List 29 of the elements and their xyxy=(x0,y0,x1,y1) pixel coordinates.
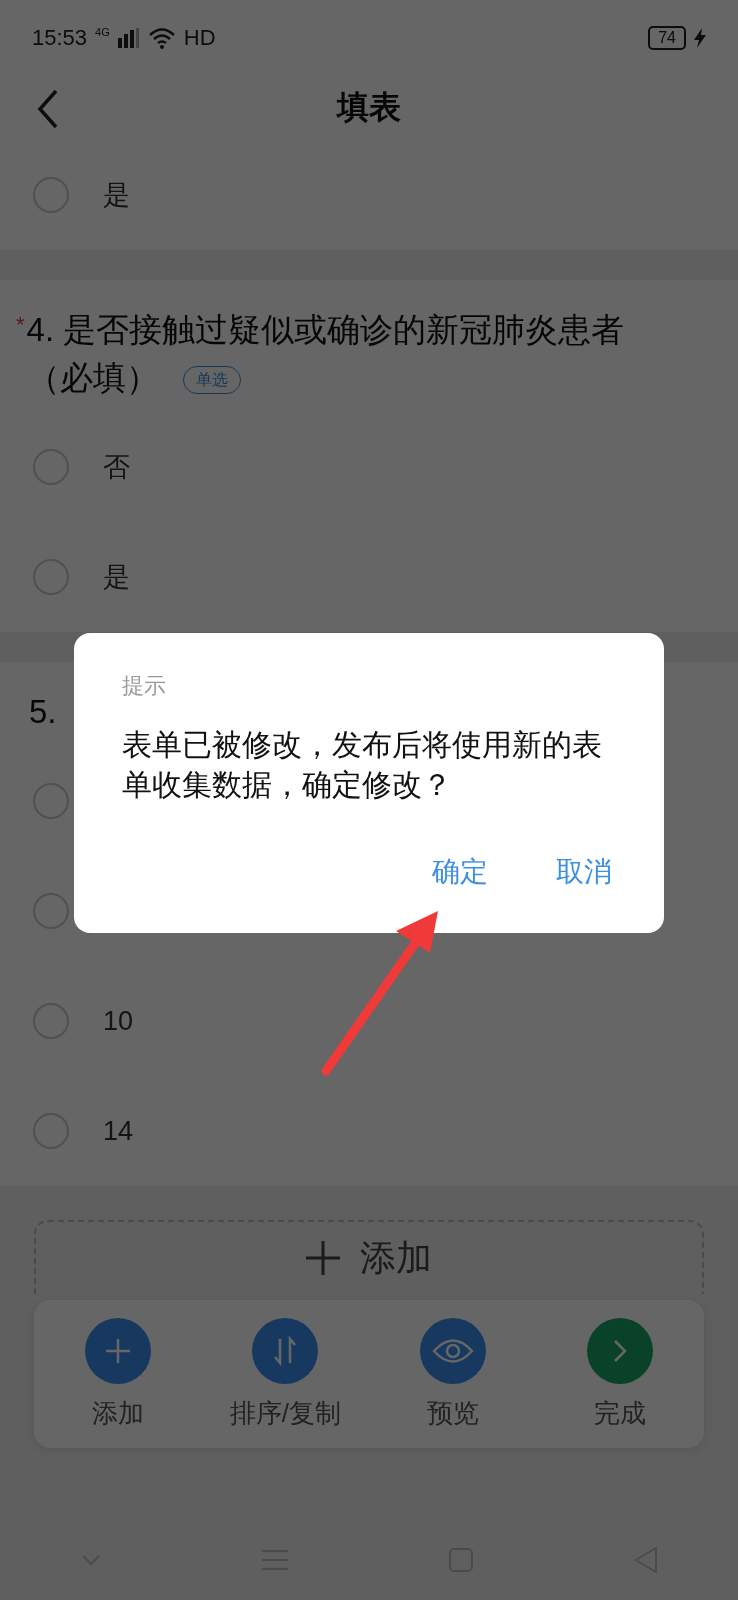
lightning-icon xyxy=(694,27,706,48)
wifi-icon xyxy=(147,26,176,49)
add-question-button[interactable]: 添加 xyxy=(34,1220,704,1294)
chevron-right-icon xyxy=(612,1337,629,1364)
question-title: 4. 是否接触过疑似或确诊的新冠肺炎患者（必填） 单选 xyxy=(26,310,626,398)
required-mark: * xyxy=(16,311,25,339)
signal-icon xyxy=(117,27,140,48)
eye-icon xyxy=(431,1337,474,1364)
network-label: 4G xyxy=(95,26,110,38)
option-label: 10 xyxy=(103,1005,134,1037)
dialog-title: 提示 xyxy=(122,672,167,700)
dialog-button[interactable]: 取消 xyxy=(552,853,616,891)
wifi-label: HD xyxy=(183,24,216,51)
toolbar-button[interactable]: 排序/复制 xyxy=(215,1317,356,1431)
option-label: 是 xyxy=(103,179,130,212)
status-time: 15:53 xyxy=(32,24,88,51)
option-label: 否 xyxy=(103,451,130,484)
toolbar-button[interactable]: 预览 xyxy=(382,1317,523,1431)
dialog-button[interactable]: 确定 xyxy=(428,853,492,891)
question-title: 5. xyxy=(29,692,57,732)
toolbar-button[interactable]: 添加 xyxy=(47,1317,188,1431)
option-label: 14 xyxy=(103,1115,134,1147)
dialog-message: 表单已被修改，发布后将使用新的表单收集数据，确定修改？ xyxy=(122,727,603,803)
option-label: 是 xyxy=(103,561,130,594)
toolbar-button[interactable]: 完成 xyxy=(550,1317,691,1431)
battery-level: 74 xyxy=(648,25,686,50)
plus-icon xyxy=(306,1241,340,1275)
page-title: 填表 xyxy=(337,87,401,127)
back-icon[interactable] xyxy=(36,89,60,129)
